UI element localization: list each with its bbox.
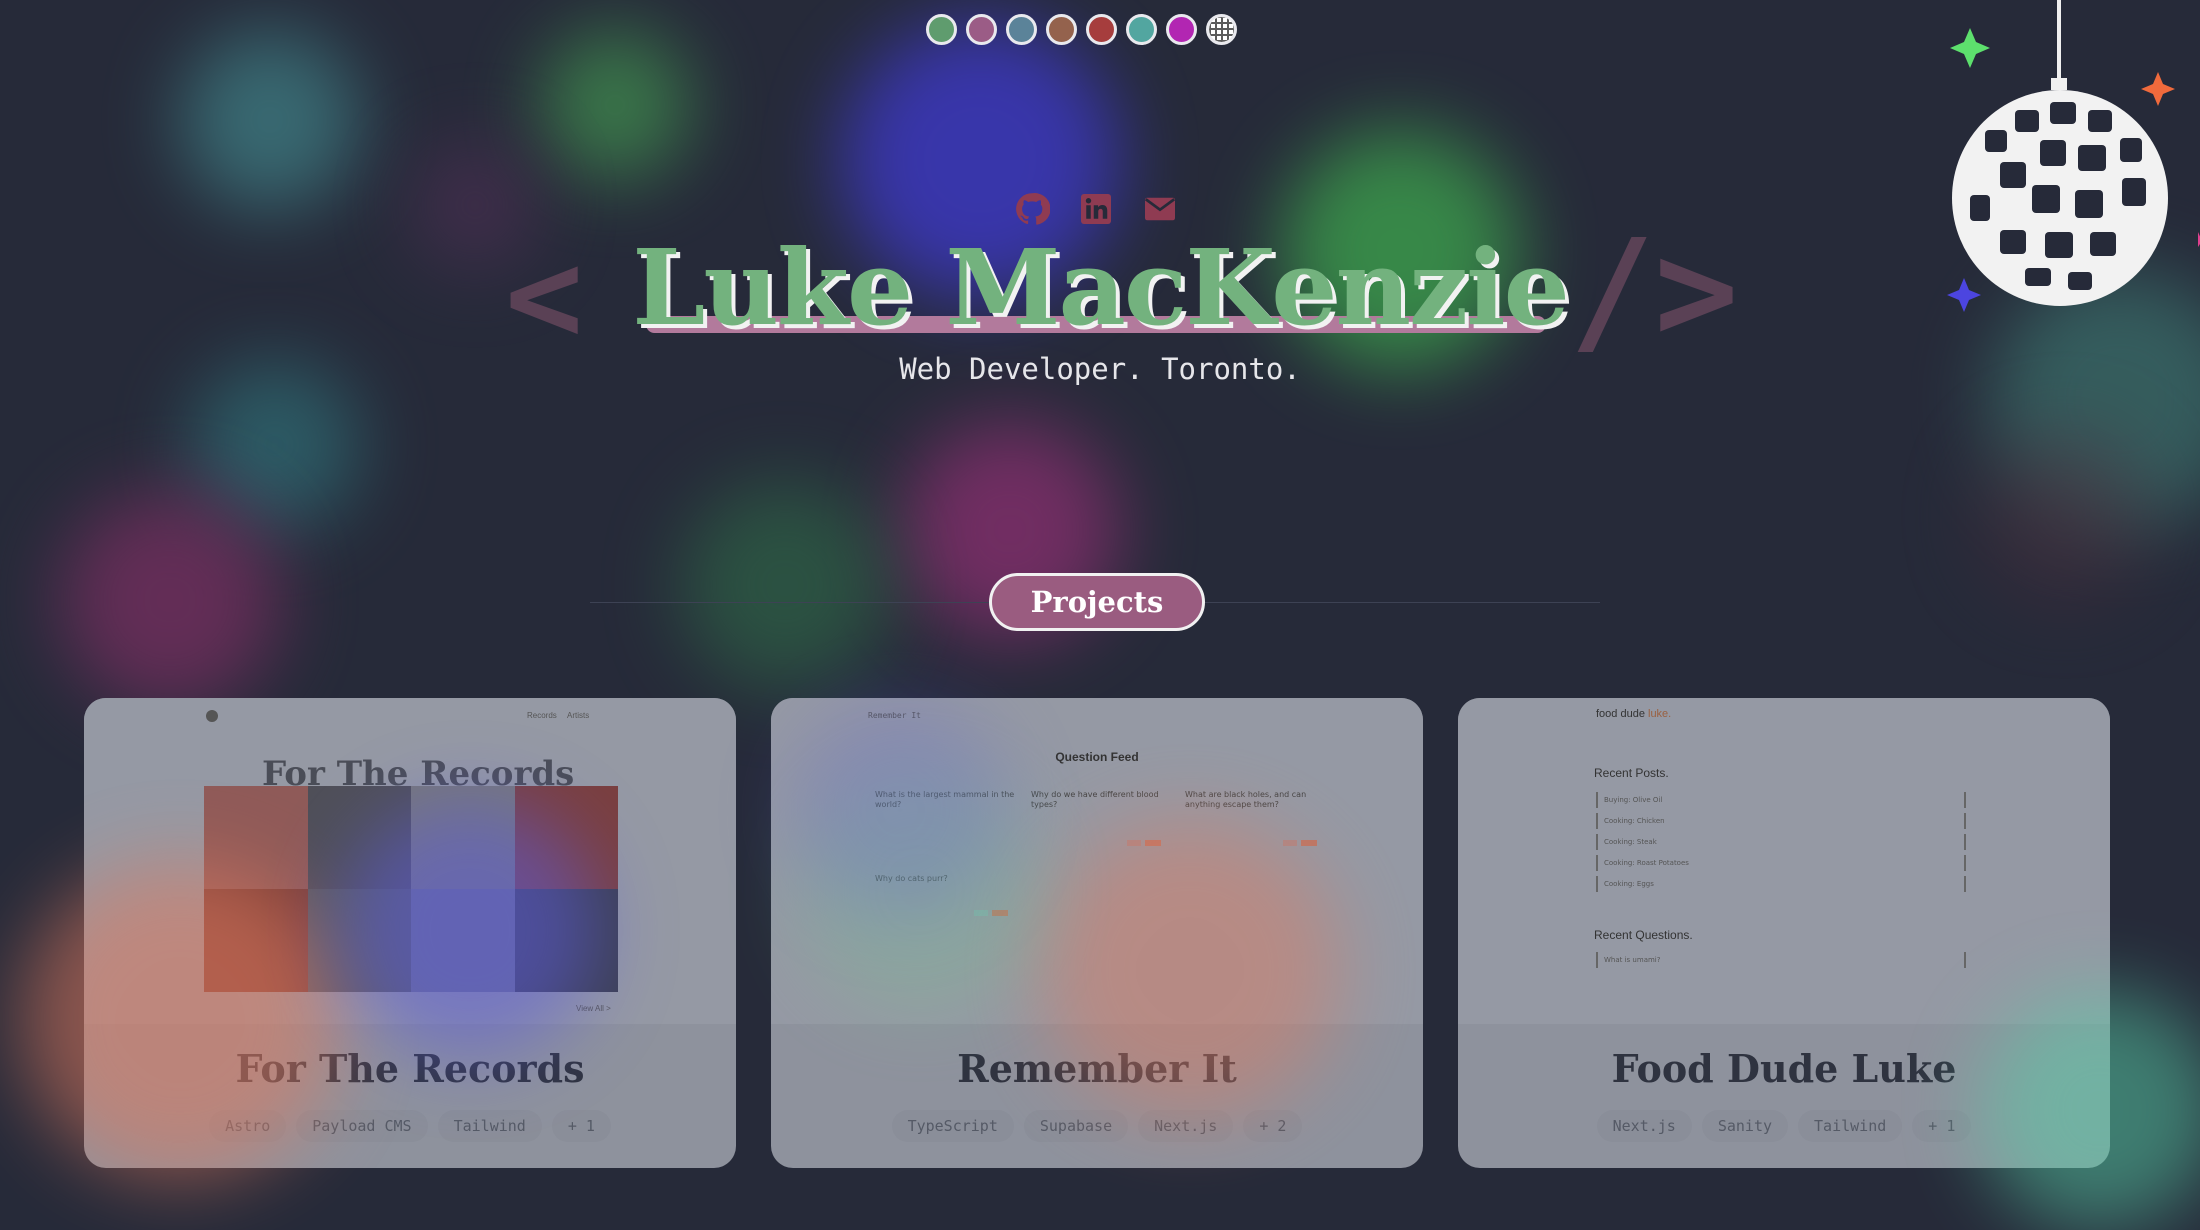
tech-tag: Sanity	[1701, 1110, 1789, 1142]
disco-ball-decoration	[1940, 0, 2200, 330]
theme-swatch-mauve[interactable]	[966, 14, 997, 45]
album-grid	[204, 786, 618, 992]
tech-tag-more: + 1	[1912, 1110, 1972, 1142]
preview-post-row: Cooking: Eggs	[1596, 876, 1966, 892]
tech-tag: TypeScript	[891, 1110, 1014, 1142]
email-icon	[1144, 197, 1176, 221]
disco-ball-icon	[1947, 0, 2200, 312]
email-link[interactable]	[1141, 190, 1179, 228]
theme-swatch-brown[interactable]	[1046, 14, 1077, 45]
preview-question: What is the largest mammal in the world?	[875, 790, 1015, 810]
project-title: Remember It	[957, 1046, 1237, 1091]
theme-swatch-picker	[926, 14, 1237, 45]
preview-nav-item: Artists	[567, 711, 590, 720]
project-tags: TypeScript Supabase Next.js + 2	[771, 1110, 1423, 1142]
project-preview-image: food dude luke. Recent Posts. Buying: Ol…	[1458, 698, 2110, 1024]
social-links	[1013, 190, 1179, 228]
tech-tag: Next.js	[1596, 1110, 1692, 1142]
tech-tag: Tailwind	[1798, 1110, 1903, 1142]
preview-post-row: Cooking: Steak	[1596, 834, 1966, 850]
preview-question: What are black holes, and can anything e…	[1185, 790, 1307, 810]
project-title: For The Records	[235, 1046, 585, 1091]
preview-nav-item: Records	[527, 711, 557, 720]
tech-tag-more: + 2	[1243, 1110, 1303, 1142]
project-tags: Astro Payload CMS Tailwind + 1	[84, 1110, 736, 1142]
preview-post-row: Cooking: Roast Potatoes	[1596, 855, 1966, 871]
preview-question: Why do we have different blood types?	[1031, 790, 1159, 810]
theme-swatch-red[interactable]	[1086, 14, 1117, 45]
tech-tag: Supabase	[1023, 1110, 1129, 1142]
theme-swatch-teal[interactable]	[1126, 14, 1157, 45]
logo-icon	[206, 710, 218, 722]
tech-tag: Payload CMS	[296, 1110, 428, 1142]
project-title: Food Dude Luke	[1611, 1046, 1957, 1091]
linkedin-icon	[1081, 194, 1111, 224]
preview-section-heading: Recent Posts.	[1594, 766, 1669, 780]
project-card-remember-it[interactable]: Remember It Question Feed What is the la…	[771, 698, 1423, 1168]
hero-tagline: Web Developer. Toronto.	[899, 352, 1301, 386]
projects-heading-button[interactable]: Projects	[989, 573, 1205, 631]
tech-tag: Tailwind	[437, 1110, 542, 1142]
tech-tag-more: + 1	[551, 1110, 611, 1142]
preview-view-all-link: View All >	[576, 1004, 611, 1013]
github-icon	[1016, 193, 1050, 225]
theme-swatch-disco[interactable]	[1206, 14, 1237, 45]
tech-tag: Astro	[209, 1110, 287, 1142]
preview-post-row: Cooking: Chicken	[1596, 813, 1966, 829]
project-card-food-dude-luke[interactable]: food dude luke. Recent Posts. Buying: Ol…	[1458, 698, 2110, 1168]
preview-question: Why do cats purr?	[875, 874, 948, 883]
github-link[interactable]	[1013, 190, 1051, 228]
preview-heading: Question Feed	[1055, 750, 1139, 764]
theme-swatch-green[interactable]	[926, 14, 957, 45]
hero-name: Luke MacKenzie	[632, 226, 1570, 349]
theme-swatch-slate-blue[interactable]	[1006, 14, 1037, 45]
project-preview-image: Remember It Question Feed What is the la…	[771, 698, 1423, 1024]
project-preview-image: Records Artists For The Records View All…	[84, 698, 736, 1024]
linkedin-link[interactable]	[1077, 190, 1115, 228]
project-card-for-the-records[interactable]: Records Artists For The Records View All…	[84, 698, 736, 1168]
preview-brand: Remember It	[868, 711, 921, 720]
tech-tag: Next.js	[1138, 1110, 1234, 1142]
theme-swatch-magenta[interactable]	[1166, 14, 1197, 45]
hero-section: < /> Luke MacKenzie Web Developer. Toron…	[0, 0, 2200, 560]
preview-post-row: Buying: Olive Oil	[1596, 792, 1966, 808]
preview-section-heading: Recent Questions.	[1594, 928, 1693, 942]
preview-brand: food dude luke.	[1596, 708, 1672, 720]
project-tags: Next.js Sanity Tailwind + 1	[1458, 1110, 2110, 1142]
preview-question-row: What is umami?	[1596, 952, 1966, 968]
